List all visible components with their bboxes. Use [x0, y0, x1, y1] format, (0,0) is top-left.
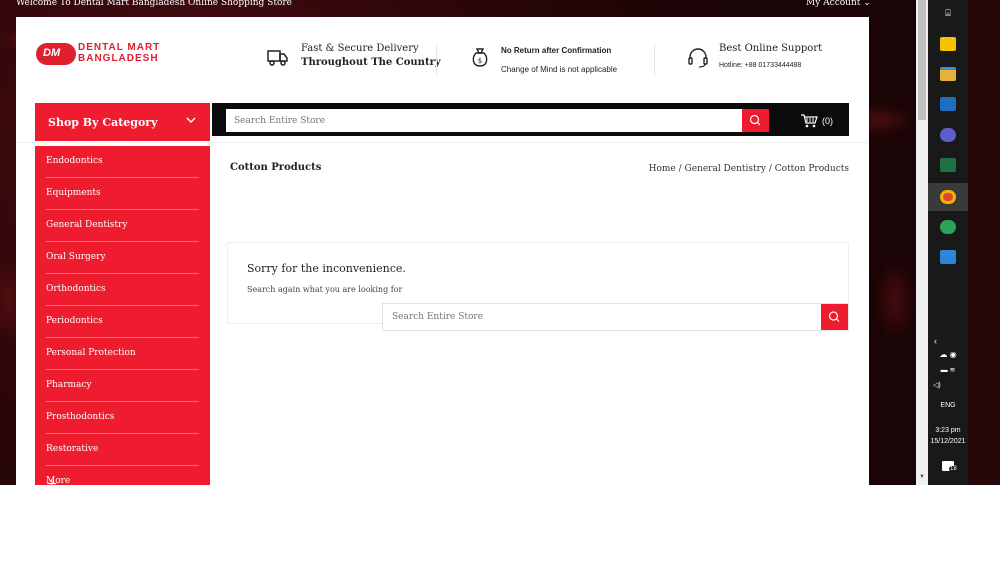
teams-icon[interactable]: [940, 128, 956, 142]
my-account-menu[interactable]: My Account ⌄: [806, 0, 871, 8]
sidebar-item-label: Personal Protection: [46, 348, 136, 358]
sidebar-item-orthodontics[interactable]: Orthodontics: [35, 274, 210, 306]
sidebar-item-label: Restorative: [46, 444, 99, 454]
file-explorer-icon[interactable]: [940, 67, 956, 81]
content-search-button[interactable]: [821, 304, 848, 330]
page-container: DM DENTAL MART BANGLADESH Fast & Secure …: [16, 17, 869, 485]
shop-by-category-button[interactable]: Shop By Category: [35, 103, 210, 141]
content-search-box: [382, 303, 849, 331]
sidebar-item-equipments[interactable]: Equipments: [35, 178, 210, 210]
sidebar-item-prosthodontics[interactable]: Prosthodontics: [35, 402, 210, 434]
page-title: Cotton Products: [230, 162, 322, 173]
chrome-icon[interactable]: [940, 190, 956, 204]
scroll-down-arrow-icon[interactable]: ▼: [919, 474, 925, 480]
sidebar-item-periodontics[interactable]: Periodontics: [35, 306, 210, 338]
logo-line-2: BANGLADESH: [78, 53, 159, 64]
feature-support-line2: Hotline: +88 01733444488: [719, 62, 802, 69]
plus-icon: +: [46, 476, 58, 485]
sidebar-item-label: Equipments: [46, 188, 101, 198]
sidebar-item-restorative[interactable]: Restorative: [35, 434, 210, 466]
chevron-down-icon: [186, 117, 196, 124]
breadcrumb[interactable]: Home / General Dentistry / Cotton Produc…: [649, 164, 849, 174]
svg-text:$: $: [478, 57, 482, 65]
windows-taskbar: ⌸ ‹ ☁ ◉ ▬ ≋ ◁) ENG 3:23 pm 15/12/2021 18: [928, 0, 968, 485]
clock-time[interactable]: 3:23 pm: [928, 427, 968, 434]
sidebar-item-general-dentistry[interactable]: General Dentistry: [35, 210, 210, 242]
photos-icon[interactable]: [940, 250, 956, 264]
sidebar-item-endodontics[interactable]: Endodontics: [35, 146, 210, 178]
sidebar-item-label: Endodontics: [46, 156, 103, 166]
onedrive-network-icon[interactable]: ☁ ◉: [928, 350, 968, 359]
sidebar-item-more[interactable]: More +: [35, 466, 210, 485]
site-logo[interactable]: DM DENTAL MART BANGLADESH: [36, 41, 161, 67]
welcome-text: Welcome To Dental Mart Bangladesh Online…: [16, 0, 292, 8]
excel-icon[interactable]: [940, 158, 956, 172]
cart-count: (0): [822, 116, 833, 126]
divider: [654, 44, 655, 76]
sidebar-item-label: Pharmacy: [46, 380, 92, 390]
sticky-notes-icon[interactable]: [940, 37, 956, 51]
language-indicator[interactable]: ENG: [928, 402, 968, 409]
money-bag-icon: $: [472, 48, 488, 67]
feature-support: Best Online Support Hotline: +88 0173344…: [686, 41, 856, 77]
feature-delivery-line1: Fast & Secure Delivery: [301, 43, 419, 54]
logo-mark: DM: [36, 43, 76, 65]
sidebar-item-pharmacy[interactable]: Pharmacy: [35, 370, 210, 402]
notification-count: 18: [949, 466, 958, 472]
search-icon: [828, 311, 840, 322]
header-search-input[interactable]: [226, 109, 742, 132]
sidebar-item-label: Periodontics: [46, 316, 103, 326]
cart-icon: [801, 114, 818, 128]
shop-by-category-label: Shop By Category: [48, 116, 158, 129]
screen: Welcome To Dental Mart Bangladesh Online…: [0, 0, 1000, 563]
feature-support-line1: Best Online Support: [719, 43, 823, 54]
header-divider: [16, 142, 869, 143]
scrollbar-thumb[interactable]: [918, 0, 926, 120]
category-sidebar: Endodontics Equipments General Dentistry…: [35, 146, 210, 485]
logo-line-1: DENTAL MART: [78, 42, 161, 53]
feature-no-return-line2: Change of Mind is not applicable: [501, 65, 618, 74]
outlook-icon[interactable]: [940, 97, 956, 111]
feature-no-return-line1: No Return after Confirmation: [501, 46, 612, 55]
clock-date[interactable]: 15/12/2021: [928, 438, 968, 445]
search-icon: [749, 114, 761, 126]
header-search-button[interactable]: [742, 109, 769, 132]
browser-scrollbar[interactable]: ▼: [916, 0, 928, 485]
sidebar-item-label: Orthodontics: [46, 284, 106, 294]
feature-delivery: Fast & Secure Delivery Throughout The Co…: [266, 41, 441, 77]
feature-delivery-line2: Throughout The Country: [301, 57, 441, 68]
volume-icon[interactable]: ◁): [933, 381, 973, 389]
task-view-icon[interactable]: ⌸: [928, 8, 968, 19]
sidebar-item-label: Oral Surgery: [46, 252, 106, 262]
notice-heading: Sorry for the inconvenience.: [247, 262, 406, 275]
desktop-background-strip: [968, 0, 1000, 485]
feature-no-return: $ No Return after Confirmation Change of…: [468, 41, 658, 77]
sidebar-item-personal-protection[interactable]: Personal Protection: [35, 338, 210, 370]
battery-wifi-icon[interactable]: ▬ ≋: [928, 366, 968, 374]
sidebar-item-oral-surgery[interactable]: Oral Surgery: [35, 242, 210, 274]
truck-icon: [267, 50, 288, 66]
sidebar-item-label: Prosthodontics: [46, 412, 115, 422]
content-search-input[interactable]: [383, 304, 821, 330]
sidebar-item-label: General Dentistry: [46, 220, 128, 230]
top-bar: Welcome To Dental Mart Bangladesh Online…: [0, 0, 916, 10]
logo-mark-text: DM: [43, 47, 61, 59]
header-search-bar: (0): [212, 103, 849, 136]
browser-viewport: Welcome To Dental Mart Bangladesh Online…: [0, 0, 916, 485]
notice-subtext: Search again what you are looking for: [247, 285, 403, 294]
divider: [436, 44, 437, 76]
maps-icon[interactable]: [940, 220, 956, 234]
headset-icon: [688, 48, 708, 68]
